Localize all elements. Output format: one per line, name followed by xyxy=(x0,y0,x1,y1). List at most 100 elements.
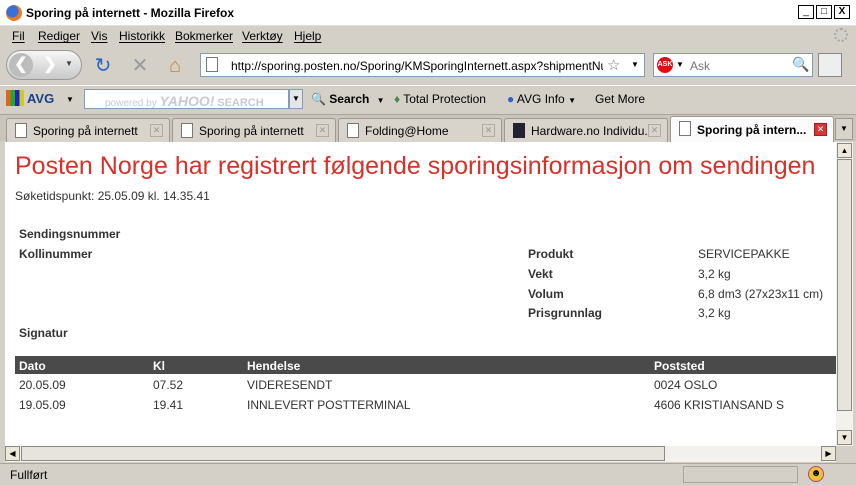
search-timestamp: Søketidspunkt: 25.05.09 kl. 14.35.41 xyxy=(15,189,210,203)
scroll-left-icon[interactable]: ◀ xyxy=(5,446,20,461)
avg-logo-icon xyxy=(6,90,24,106)
search-dropdown-icon: ▼ xyxy=(376,96,385,105)
vertical-scrollbar[interactable]: ▲ ▼ xyxy=(836,142,853,446)
search-engine-dropdown-icon[interactable]: ▼ xyxy=(676,60,684,69)
tab-label: Sporing på intern... xyxy=(697,123,807,137)
url-dropdown-icon[interactable]: ▼ xyxy=(631,60,639,69)
ask-icon[interactable]: ASK xyxy=(657,57,673,73)
menu-bokmerker[interactable]: Bokmerker xyxy=(175,29,233,43)
close-tab-icon[interactable]: ✕ xyxy=(150,124,163,137)
shield-icon: ♦ xyxy=(394,92,401,106)
cell-kl: 07.52 xyxy=(153,378,184,392)
menu-vis[interactable]: Vis xyxy=(91,29,107,43)
close-tab-icon[interactable]: ✕ xyxy=(814,123,827,136)
label-sendingsnummer: Sendingsnummer xyxy=(19,227,121,241)
search-box[interactable]: ASK ▼ Ask 🔍 xyxy=(653,53,813,77)
avg-info-dropdown-icon: ▼ xyxy=(568,96,576,105)
tracking-table-header: Dato Kl Hendelse Poststed xyxy=(15,356,836,374)
label-vekt: Vekt xyxy=(528,267,553,281)
url-text[interactable]: http://sporing.posten.no/Sporing/KMSpori… xyxy=(231,59,603,73)
tab-label: Hardware.no Individu... xyxy=(531,124,647,138)
header-kl: Kl xyxy=(153,359,165,373)
label-kollinummer: Kollinummer xyxy=(19,247,93,261)
page-content: Posten Norge har registrert følgende spo… xyxy=(5,142,836,446)
cell-dato: 20.05.09 xyxy=(19,378,66,392)
header-dato: Dato xyxy=(19,359,46,373)
menu-verktoy[interactable]: Verktøy xyxy=(242,29,283,43)
menu-bar: Fil Rediger Vis Historikk Bokmerker Verk… xyxy=(0,26,856,46)
status-panel xyxy=(683,466,798,483)
reload-icon[interactable]: ↻ xyxy=(92,55,114,77)
page-icon xyxy=(206,57,218,72)
page-icon xyxy=(15,123,27,138)
history-dropdown-icon[interactable]: ▼ xyxy=(65,59,73,68)
tab-bar: Sporing på internett ✕ Sporing på intern… xyxy=(0,114,856,142)
home-icon[interactable]: ⌂ xyxy=(164,55,186,77)
yahoo-dropdown-icon[interactable]: ▼ xyxy=(289,89,303,109)
menu-rediger[interactable]: Rediger xyxy=(38,29,80,43)
back-button[interactable]: ❮ xyxy=(9,53,33,77)
window-controls: _ □ X xyxy=(798,5,850,19)
scroll-down-icon[interactable]: ▼ xyxy=(837,430,852,445)
label-produkt: Produkt xyxy=(528,247,574,261)
tab-list-dropdown-icon[interactable]: ▼ xyxy=(835,118,853,140)
menu-historikk[interactable]: Historikk xyxy=(119,29,165,43)
stop-icon[interactable]: ✕ xyxy=(129,55,151,77)
info-icon: ● xyxy=(507,92,515,106)
close-button[interactable]: X xyxy=(834,5,850,19)
tab-label: Sporing på internett xyxy=(33,124,138,138)
avg-status-icon[interactable]: ☻ xyxy=(808,466,824,482)
tab-sporing-1[interactable]: Sporing på internett ✕ xyxy=(6,118,170,142)
sidebar-icon[interactable] xyxy=(818,53,842,77)
avg-toolbar: AVG ▼ powered by YAHOO! SEARCH ▼ 🔍 Searc… xyxy=(0,85,856,113)
cell-dato: 19.05.09 xyxy=(19,398,66,412)
menu-fil[interactable]: Fil xyxy=(12,29,25,43)
tab-label: Sporing på internett xyxy=(199,124,304,138)
tab-hardware-no[interactable]: Hardware.no Individu... ✕ xyxy=(504,118,668,142)
tab-sporing-active[interactable]: Sporing på intern... ✕ xyxy=(670,116,834,142)
page-icon xyxy=(181,123,193,138)
search-icon[interactable]: 🔍 xyxy=(792,56,809,73)
status-text: Fullført xyxy=(10,468,48,482)
throbber-icon xyxy=(834,28,848,42)
avg-info-button[interactable]: ● AVG Info ▼ xyxy=(507,92,576,106)
window-title: Sporing på internett - Mozilla Firefox xyxy=(26,6,235,20)
scroll-right-icon[interactable]: ▶ xyxy=(821,446,836,461)
tab-label: Folding@Home xyxy=(365,124,449,138)
tab-folding-at-home[interactable]: Folding@Home ✕ xyxy=(338,118,502,142)
minimize-button[interactable]: _ xyxy=(798,5,814,19)
value-produkt: SERVICEPAKKE xyxy=(698,247,790,261)
horizontal-scrollbar[interactable]: ◀ ▶ xyxy=(5,446,836,462)
status-bar: Fullført ☻ xyxy=(0,463,856,485)
cell-hendelse: INNLEVERT POSTTERMINAL xyxy=(247,398,411,412)
scroll-up-icon[interactable]: ▲ xyxy=(837,143,852,158)
get-more-button[interactable]: Get More xyxy=(595,92,645,106)
value-vekt: 3,2 kg xyxy=(698,267,731,281)
hardware-site-icon xyxy=(513,123,525,138)
avg-brand[interactable]: AVG xyxy=(27,91,54,106)
page-icon xyxy=(347,123,359,138)
label-prisgrunnlag: Prisgrunnlag xyxy=(528,306,603,320)
total-protection-button[interactable]: ♦ Total Protection xyxy=(394,92,486,106)
avg-search-button[interactable]: 🔍 Search ▼ xyxy=(311,92,385,106)
cell-poststed: 0024 OSLO xyxy=(654,378,718,392)
close-tab-icon[interactable]: ✕ xyxy=(482,124,495,137)
maximize-button[interactable]: □ xyxy=(816,5,832,19)
page-icon xyxy=(679,121,691,136)
search-input[interactable]: Ask xyxy=(690,59,710,73)
horizontal-scroll-thumb[interactable] xyxy=(21,446,665,461)
tab-sporing-2[interactable]: Sporing på internett ✕ xyxy=(172,118,336,142)
cell-poststed: 4606 KRISTIANSAND S xyxy=(654,398,785,412)
firefox-icon xyxy=(6,5,22,21)
vertical-scroll-thumb[interactable] xyxy=(837,159,852,411)
close-tab-icon[interactable]: ✕ xyxy=(648,124,661,137)
cell-kl: 19.41 xyxy=(153,398,184,412)
avg-dropdown-icon[interactable]: ▼ xyxy=(66,95,74,104)
forward-button[interactable]: ❯ xyxy=(39,55,61,75)
scrollbar-corner xyxy=(836,446,853,462)
address-bar[interactable]: http://sporing.posten.no/Sporing/KMSpori… xyxy=(200,53,645,77)
menu-hjelp[interactable]: Hjelp xyxy=(294,29,321,43)
yahoo-search-input[interactable]: powered by YAHOO! SEARCH xyxy=(84,89,289,109)
close-tab-icon[interactable]: ✕ xyxy=(316,124,329,137)
bookmark-star-icon[interactable]: ☆ xyxy=(607,56,620,74)
